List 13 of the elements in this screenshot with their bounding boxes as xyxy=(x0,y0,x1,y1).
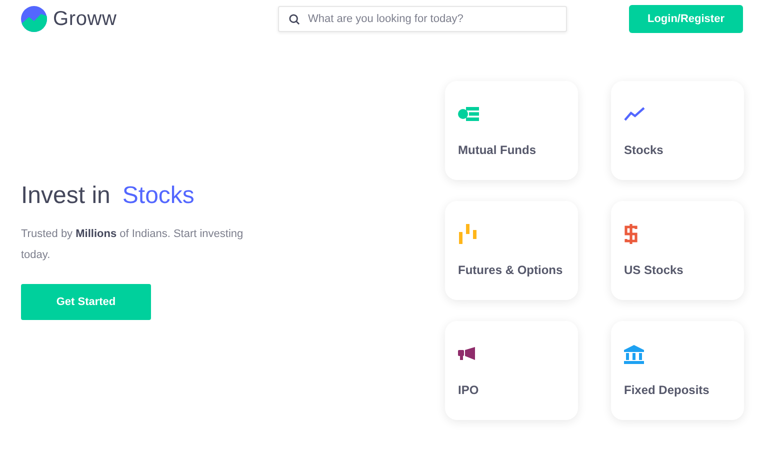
logo-text: Groww xyxy=(53,8,117,30)
search-icon xyxy=(289,14,300,25)
hero-subtitle: Trusted by Millions of Indians. Start investing today. xyxy=(21,226,244,262)
product-card[interactable]: Fixed Deposits xyxy=(611,321,744,420)
logo-icon xyxy=(21,6,47,32)
product-card[interactable]: Mutual Funds xyxy=(445,81,578,180)
headline-highlight: Stocks xyxy=(122,182,194,210)
product-card[interactable]: Stocks xyxy=(611,81,744,180)
product-card[interactable]: IPO xyxy=(445,321,578,420)
product-card[interactable]: Futures & Options xyxy=(445,201,578,300)
product-card[interactable]: US Stocks xyxy=(611,201,744,300)
headline: Invest in xyxy=(21,182,110,210)
search-field[interactable]: What are you looking for today? xyxy=(278,6,567,32)
